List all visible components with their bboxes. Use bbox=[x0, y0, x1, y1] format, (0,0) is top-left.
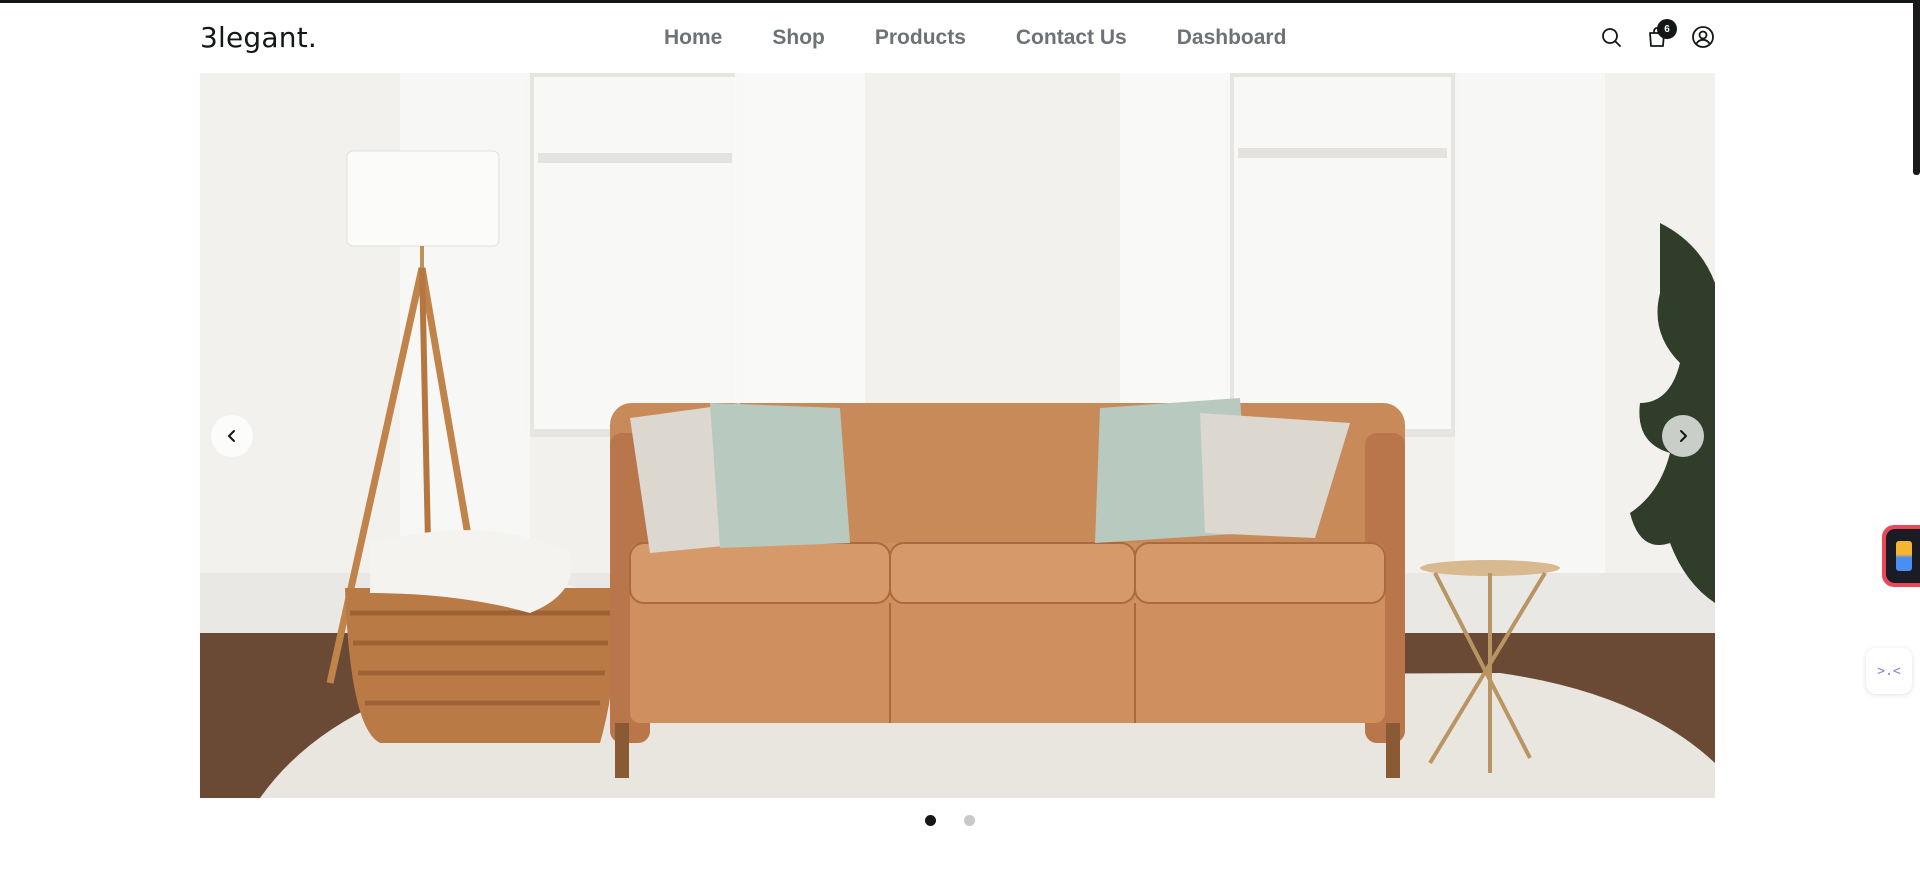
shopping-bag-icon[interactable]: 6 bbox=[1645, 19, 1677, 49]
chevron-right-icon bbox=[1680, 430, 1687, 442]
nav-contact-us[interactable]: Contact Us bbox=[1016, 26, 1127, 50]
scrollbar-thumb[interactable] bbox=[1913, 0, 1920, 175]
logo-text: 3legant bbox=[200, 21, 308, 54]
user-circle-icon[interactable] bbox=[1691, 25, 1715, 49]
carousel-dot-2[interactable] bbox=[964, 815, 975, 826]
header-actions: 6 bbox=[1599, 19, 1715, 49]
carousel-dot-1[interactable] bbox=[925, 815, 936, 826]
page-scrollbar[interactable] bbox=[1913, 0, 1920, 872]
main-nav: Home Shop Products Contact Us Dashboard bbox=[664, 3, 1286, 73]
extension-logo-glyph bbox=[1896, 541, 1912, 571]
code-tool-label: >.< bbox=[1877, 663, 1901, 679]
carousel-pagination bbox=[925, 815, 975, 826]
hero-image-living-room bbox=[200, 73, 1715, 798]
carousel-next-button[interactable] bbox=[1662, 415, 1704, 457]
code-tool-icon[interactable]: >.< bbox=[1866, 648, 1912, 694]
logo-dot: . bbox=[307, 21, 317, 54]
hero-carousel bbox=[200, 73, 1715, 798]
nav-shop[interactable]: Shop bbox=[772, 26, 825, 50]
carousel-prev-button[interactable] bbox=[211, 415, 253, 457]
site-header: 3legant. Home Shop Products Contact Us D… bbox=[200, 3, 1715, 73]
nav-dashboard[interactable]: Dashboard bbox=[1177, 26, 1287, 50]
cart-count-badge: 6 bbox=[1657, 19, 1677, 39]
search-icon[interactable] bbox=[1599, 25, 1623, 49]
logo[interactable]: 3legant. bbox=[200, 20, 317, 56]
nav-home[interactable]: Home bbox=[664, 26, 722, 50]
nav-products[interactable]: Products bbox=[875, 26, 966, 50]
chevron-left-icon bbox=[228, 430, 235, 442]
